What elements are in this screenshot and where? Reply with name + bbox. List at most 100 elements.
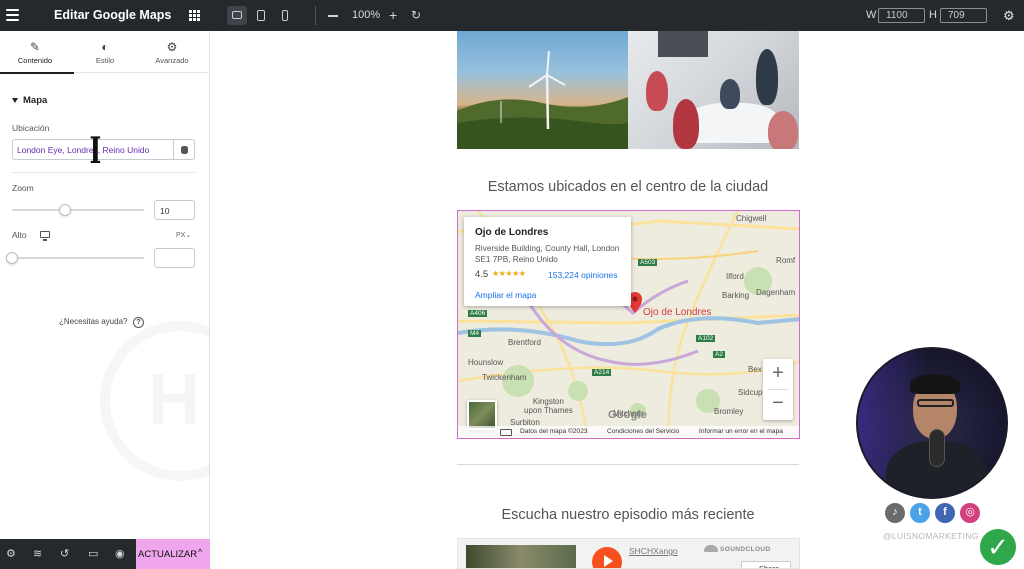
tab-label: Avanzado <box>155 56 189 65</box>
webcam-overlay <box>856 347 1008 499</box>
person-shape <box>756 49 778 105</box>
office-meeting-image <box>628 31 799 149</box>
mobile-view-button[interactable] <box>275 6 295 25</box>
terms-link[interactable]: Condiciones del Servicio <box>607 428 679 435</box>
instagram-icon: ◎ <box>959 502 981 524</box>
map-zoom-out-button[interactable]: − <box>763 391 793 415</box>
update-label: ACTUALIZAR <box>138 549 198 560</box>
height-slider-track[interactable] <box>12 257 144 259</box>
soundcloud-brand: SOUNDCLOUD <box>720 546 771 553</box>
map-zoom-control: + − <box>763 359 793 420</box>
responsive-mode-icon[interactable]: ▭ <box>88 547 98 560</box>
zoom-number-input[interactable]: 10 <box>154 200 195 220</box>
width-label: W <box>866 9 877 21</box>
divider <box>768 389 788 390</box>
layers-icon[interactable]: ≋ <box>33 547 42 560</box>
tab-avanzado[interactable]: ⚙ Avanzado <box>137 31 207 73</box>
widgets-grid-icon[interactable] <box>189 10 200 21</box>
settings-gear-icon[interactable]: ⚙ <box>1003 8 1015 24</box>
tablet-view-button[interactable] <box>251 6 271 25</box>
person-shape <box>720 79 740 109</box>
tablet-icon <box>257 10 265 21</box>
place-name: Ojo de Londres <box>475 227 549 238</box>
play-button[interactable] <box>592 547 622 568</box>
history-icon[interactable]: ↺ <box>60 547 69 560</box>
tab-contenido[interactable]: ✎ Contenido <box>0 31 74 74</box>
road-sign-a406: A406 <box>468 310 488 317</box>
zoom-slider-track[interactable] <box>12 209 144 211</box>
caret-down-icon[interactable] <box>12 98 18 103</box>
preview-eye-icon[interactable]: ◉ <box>115 547 125 560</box>
desktop-icon <box>232 11 242 19</box>
person-shape <box>673 99 699 149</box>
tab-label: Contenido <box>17 56 53 65</box>
map-label-sidcup: Sidcup <box>738 388 763 397</box>
place-address: Riverside Building, County Hall, London … <box>475 244 620 264</box>
map-label-dagenham: Dagenham <box>756 288 796 297</box>
pencil-icon: ✎ <box>29 40 41 54</box>
zoom-reset-icon[interactable]: ↻ <box>411 8 421 22</box>
episode-heading: Escucha nuestro episodio más reciente <box>501 507 755 523</box>
chevron-up-icon[interactable]: ^ <box>198 547 202 557</box>
map-label-barking: Barking <box>722 291 750 300</box>
map-label-hounslow: Hounslow <box>468 358 504 367</box>
google-logo: Google <box>608 409 648 421</box>
help-link[interactable]: ¿Necesitas ayuda? <box>59 317 127 326</box>
height-slider-handle[interactable] <box>6 252 18 264</box>
zoom-in-button[interactable]: + <box>389 8 397 22</box>
panel-tabs: ✎ Contenido ◐ Estilo ⚙ Avanzado <box>0 31 210 74</box>
section-title-mapa[interactable]: Mapa <box>23 95 47 106</box>
database-icon <box>181 146 188 154</box>
height-input[interactable]: 709 <box>940 8 987 23</box>
share-button[interactable]: Share <box>741 561 791 568</box>
enlarge-map-link[interactable]: Ampliar el mapa <box>475 290 536 300</box>
question-icon[interactable]: ? <box>133 317 144 328</box>
place-info-card: Ojo de Londres Riverside Building, Count… <box>464 217 631 306</box>
soundcloud-user-link[interactable]: SHCHXango <box>629 546 678 556</box>
reviews-link[interactable]: 153,224 opiniones <box>548 270 617 280</box>
road-sign-a503: A503 <box>638 259 658 266</box>
facebook-icon: f <box>934 502 956 524</box>
channel-handle: @LUISNOMARKETING <box>883 531 979 541</box>
rating-stars: ★★★★★ <box>492 269 526 278</box>
editor-topbar: Editar Google Maps 100% + ↻ W 1100 H 709… <box>0 0 1024 31</box>
map-label-brentford: Brentford <box>508 338 541 347</box>
half-circle-icon: ◐ <box>101 40 109 54</box>
place-rating: 4.5 <box>475 269 489 280</box>
soundcloud-logo-icon <box>704 545 718 552</box>
settings-icon[interactable]: ⚙ <box>6 547 16 560</box>
tab-label: Estilo <box>95 56 115 65</box>
google-map-embed[interactable]: Ojo de Londres Riverside Building, Count… <box>457 210 800 439</box>
width-input[interactable]: 1100 <box>878 8 925 23</box>
marker-label[interactable]: Ojo de Londres <box>643 307 711 318</box>
keyboard-shortcuts-icon[interactable] <box>500 429 512 436</box>
map-zoom-in-button[interactable]: + <box>763 361 793 385</box>
hamburger-menu-icon[interactable] <box>6 9 19 21</box>
road-sign-a2: A2 <box>713 351 725 358</box>
dynamic-tags-button[interactable] <box>173 139 195 160</box>
map-data-text: Datos del mapa ©2023 <box>520 428 588 435</box>
tab-estilo[interactable]: ◐ Estilo <box>70 31 140 73</box>
soundcloud-embed: SHCHXango SOUNDCLOUD Share <box>457 538 800 569</box>
report-error-link[interactable]: Informar un error en el mapa <box>699 428 783 435</box>
update-button[interactable]: ACTUALIZAR ^ <box>136 539 210 569</box>
height-label: Alto <box>12 230 27 240</box>
road-sign-a214: A214 <box>592 369 612 376</box>
desktop-responsive-icon[interactable] <box>40 231 50 241</box>
episode-artwork <box>466 545 576 568</box>
monitor-shape <box>658 31 708 57</box>
map-label-kingston: Kingston upon Thames <box>524 397 573 415</box>
person-shape <box>646 71 668 111</box>
unit-selector[interactable]: PX⌄ <box>176 231 191 239</box>
desktop-view-button[interactable] <box>227 6 247 25</box>
checkmark-icon: ✓ <box>978 527 1018 567</box>
zoom-slider-handle[interactable] <box>58 204 71 216</box>
tiktok-icon: ♪ <box>884 502 906 524</box>
road-sign-m4: M4 <box>468 330 482 337</box>
road-sign-a102: A102 <box>696 335 716 342</box>
map-label-twickenham: Twickenham <box>482 373 527 382</box>
zoom-label: Zoom <box>12 183 34 193</box>
zoom-out-button[interactable] <box>328 15 338 17</box>
height-number-input[interactable] <box>154 248 195 268</box>
panel-title: Editar Google Maps <box>54 8 172 22</box>
